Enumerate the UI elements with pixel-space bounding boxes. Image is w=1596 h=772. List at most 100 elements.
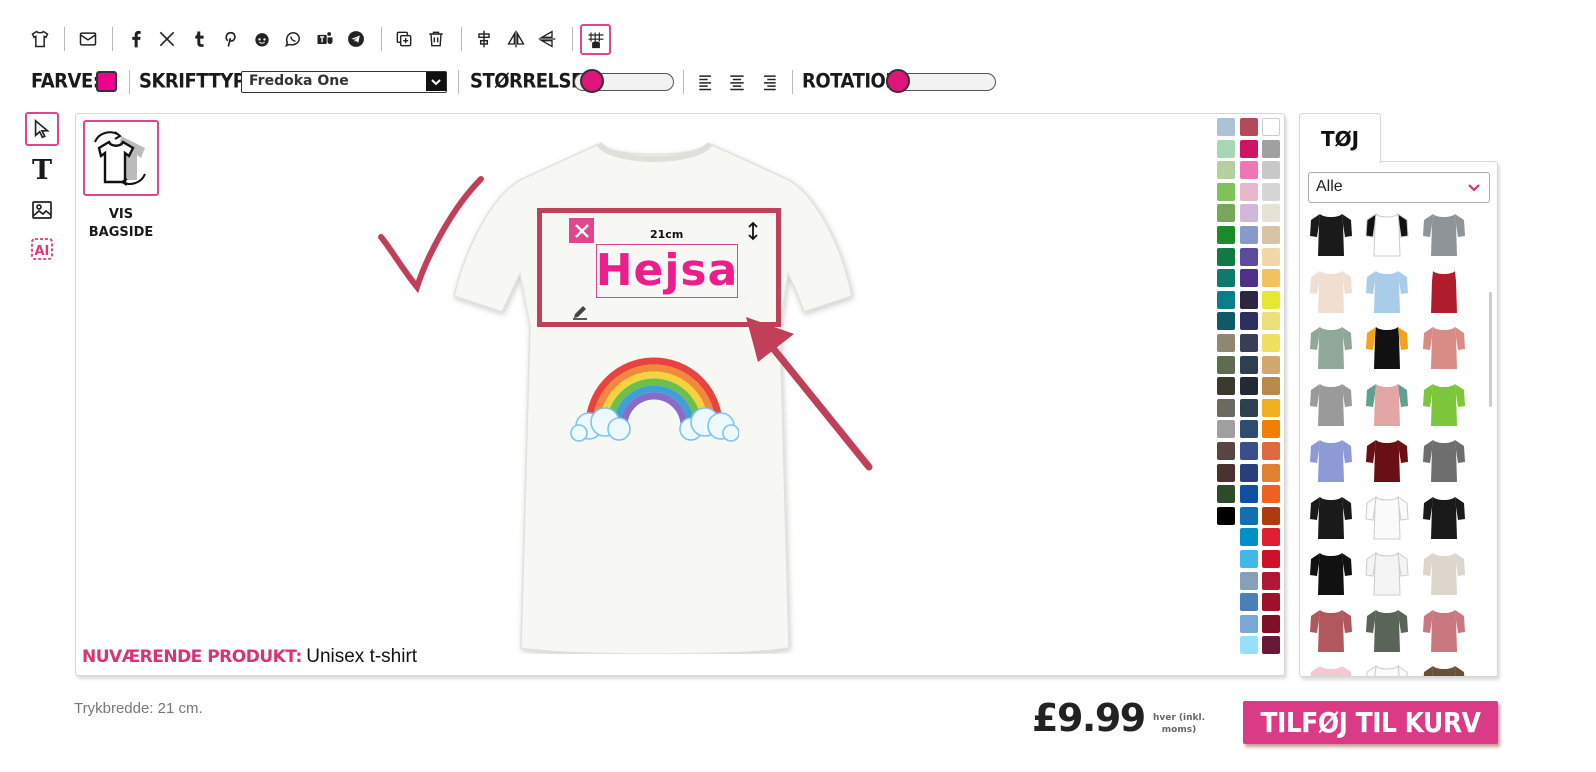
close-icon[interactable]	[569, 218, 594, 243]
ai-icon[interactable]: AI	[25, 232, 59, 266]
align-center-text-icon[interactable]	[724, 69, 750, 95]
pinterest-icon[interactable]	[217, 26, 243, 52]
color-swatch[interactable]	[1217, 312, 1235, 331]
color-swatch[interactable]	[1262, 334, 1280, 352]
align-left-icon[interactable]	[693, 69, 719, 95]
align-right-icon[interactable]	[756, 69, 782, 95]
product-thumbnail[interactable]	[1364, 210, 1410, 258]
color-swatch[interactable]	[1240, 312, 1258, 331]
align-center-icon[interactable]	[471, 26, 497, 52]
product-thumbnail[interactable]	[1308, 606, 1354, 654]
color-swatch[interactable]	[1217, 463, 1235, 482]
color-swatch[interactable]	[1240, 118, 1258, 136]
color-swatch[interactable]	[1262, 636, 1280, 655]
product-thumbnail[interactable]	[1308, 210, 1354, 258]
product-thumbnail[interactable]	[1308, 549, 1354, 597]
color-swatch[interactable]	[1262, 269, 1280, 288]
product-thumbnail[interactable]	[1364, 267, 1410, 315]
color-swatch[interactable]	[1262, 420, 1280, 439]
color-swatch[interactable]	[1262, 312, 1280, 331]
color-swatch[interactable]	[1217, 247, 1235, 266]
rotation-slider[interactable]	[886, 69, 996, 93]
product-thumbnail[interactable]	[1364, 493, 1410, 541]
flip-horizontal-icon[interactable]	[503, 26, 529, 52]
color-swatch[interactable]	[1262, 550, 1280, 568]
whatsapp-icon[interactable]	[280, 26, 306, 52]
color-swatch[interactable]	[1217, 355, 1235, 374]
color-swatch[interactable]	[1217, 377, 1235, 396]
color-swatch[interactable]	[1262, 355, 1280, 374]
product-thumbnail[interactable]	[1421, 493, 1467, 541]
color-swatch[interactable]	[1262, 614, 1280, 633]
image-icon[interactable]	[25, 193, 59, 227]
product-thumbnail[interactable]	[1421, 323, 1467, 371]
color-swatch[interactable]	[1240, 528, 1258, 547]
color-swatch[interactable]	[1240, 593, 1258, 612]
select-icon[interactable]	[25, 112, 59, 146]
color-swatch[interactable]	[1262, 247, 1280, 266]
color-swatch[interactable]	[1262, 442, 1280, 460]
color-swatch[interactable]	[1217, 161, 1235, 180]
color-swatch[interactable]	[1240, 334, 1258, 352]
color-swatch[interactable]	[1240, 506, 1258, 525]
reddit-icon[interactable]	[249, 26, 275, 52]
color-swatch[interactable]	[1262, 528, 1280, 547]
product-thumbnail[interactable]	[1421, 267, 1467, 315]
color-swatch[interactable]	[1262, 571, 1280, 590]
product-thumbnail[interactable]	[1364, 662, 1410, 677]
color-swatch[interactable]	[1240, 290, 1258, 309]
product-thumbnail[interactable]	[1364, 549, 1410, 597]
product-thumbnail[interactable]	[1364, 323, 1410, 371]
tab-clothing[interactable]: TØJ	[1299, 113, 1381, 163]
add-to-cart-button[interactable]: TILFØJ TIL KURV	[1243, 701, 1498, 744]
product-thumbnail[interactable]	[1421, 436, 1467, 484]
design-canvas[interactable]: VIS BAGSIDE 21cm Hejsa NUVÆRENDE PRODUKT…	[75, 113, 1285, 676]
color-swatch[interactable]	[1240, 269, 1258, 288]
color-swatch[interactable]	[1262, 182, 1280, 201]
telegram-icon[interactable]	[343, 26, 369, 52]
color-swatch[interactable]	[1217, 506, 1235, 525]
color-swatch[interactable]	[1240, 636, 1258, 655]
color-swatch[interactable]	[1217, 485, 1235, 504]
product-thumbnail[interactable]	[1308, 323, 1354, 371]
color-swatch[interactable]	[1217, 398, 1235, 417]
color-swatch[interactable]	[1217, 182, 1235, 201]
color-swatch[interactable]	[1262, 290, 1280, 309]
size-slider-handle[interactable]	[580, 69, 605, 93]
facebook-icon[interactable]	[123, 26, 149, 52]
color-swatch[interactable]	[1262, 226, 1280, 244]
color-swatch[interactable]	[1217, 334, 1235, 352]
color-swatch[interactable]	[1240, 550, 1258, 568]
text-icon[interactable]: T	[25, 153, 59, 187]
edit-pencil-icon[interactable]	[569, 301, 591, 323]
tshirt-icon[interactable]	[27, 26, 53, 52]
size-slider[interactable]	[574, 69, 674, 93]
color-swatch[interactable]	[1262, 485, 1280, 504]
resize-vertical-icon[interactable]	[742, 220, 764, 242]
text-object[interactable]: Hejsa	[596, 244, 738, 298]
product-thumbnail[interactable]	[1421, 606, 1467, 654]
product-thumbnail[interactable]	[1421, 380, 1467, 428]
color-swatch[interactable]	[1240, 247, 1258, 266]
color-swatch[interactable]	[1217, 442, 1235, 460]
color-swatch[interactable]	[1262, 204, 1280, 223]
color-swatch[interactable]	[1240, 398, 1258, 417]
color-swatch[interactable]	[1217, 290, 1235, 309]
product-thumbnail[interactable]	[1308, 380, 1354, 428]
color-swatch[interactable]	[1217, 226, 1235, 244]
color-swatch[interactable]	[1240, 139, 1258, 158]
color-swatch[interactable]	[1240, 182, 1258, 201]
product-thumbnail[interactable]	[1364, 380, 1410, 428]
color-picker-swatch[interactable]	[96, 71, 117, 92]
product-thumbnail[interactable]	[1421, 549, 1467, 597]
product-thumbnail[interactable]	[1308, 493, 1354, 541]
tumblr-icon[interactable]	[186, 26, 212, 52]
grid-snap-icon[interactable]	[580, 24, 611, 55]
product-thumbnail[interactable]	[1308, 267, 1354, 315]
teams-icon[interactable]	[312, 26, 338, 52]
color-swatch[interactable]	[1217, 269, 1235, 288]
color-swatch[interactable]	[1262, 398, 1280, 417]
selection-box[interactable]: 21cm Hejsa	[537, 208, 781, 327]
color-swatch[interactable]	[1217, 139, 1235, 158]
color-swatch[interactable]	[1240, 161, 1258, 180]
